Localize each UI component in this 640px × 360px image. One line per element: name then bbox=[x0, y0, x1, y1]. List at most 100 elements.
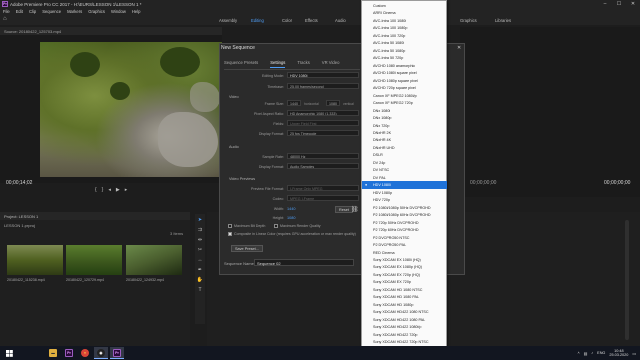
pixel-aspect-select[interactable]: HD Anamorphic 1080 (1,333) bbox=[287, 110, 359, 116]
slip-tool-icon[interactable]: ↔ bbox=[198, 257, 203, 263]
menu-sequence[interactable]: Sequence bbox=[42, 9, 61, 14]
home-icon[interactable]: ⌂ bbox=[3, 16, 11, 24]
height-value[interactable]: 1080 bbox=[287, 216, 295, 220]
minimize-icon[interactable]: – bbox=[598, 0, 612, 8]
premiere-active-icon[interactable]: Pr bbox=[110, 347, 124, 359]
audio-display-select[interactable]: Audio Samples bbox=[287, 163, 359, 169]
workspace-color[interactable]: Color bbox=[282, 18, 292, 23]
editing-mode-select[interactable]: HDV 1080i bbox=[287, 72, 359, 78]
width-value[interactable]: 1440 bbox=[287, 207, 295, 211]
audio-section-label: Audio bbox=[229, 145, 239, 149]
link-icon[interactable]: ⛓ bbox=[351, 206, 359, 213]
workspace-assembly[interactable]: Assembly bbox=[219, 18, 237, 23]
clock-date: 25.03.2020 bbox=[609, 353, 629, 357]
tab-vr-video[interactable]: VR Video bbox=[322, 60, 340, 68]
project-item-count: 3 Items bbox=[170, 231, 184, 236]
max-bit-depth-label: Maximum Bit Depth bbox=[234, 224, 266, 228]
mark-in-icon[interactable]: { bbox=[95, 187, 97, 193]
clip-thumbnail[interactable] bbox=[7, 245, 63, 275]
timeline-scrollbar[interactable] bbox=[625, 220, 629, 340]
horizontal-label: horizontal bbox=[304, 102, 319, 106]
maximize-icon[interactable]: ☐ bbox=[612, 0, 626, 8]
selection-tool-icon[interactable]: ➤ bbox=[198, 217, 202, 223]
tab-settings[interactable]: Settings bbox=[270, 60, 286, 68]
premiere-taskbar-icon[interactable]: Pr bbox=[62, 347, 76, 359]
ripple-edit-tool-icon[interactable]: ⇹ bbox=[198, 237, 202, 243]
preview-section-label: Video Previews bbox=[229, 177, 256, 181]
project-panel-tab[interactable]: Project: LESSON 1 bbox=[0, 212, 190, 220]
mark-out-icon[interactable]: } bbox=[102, 187, 104, 193]
language-indicator[interactable]: ENG bbox=[597, 351, 605, 355]
menu-help[interactable]: Help bbox=[132, 9, 141, 14]
menu-edit[interactable]: Edit bbox=[16, 9, 23, 14]
program-timecode-right: 00;00;00;00 bbox=[604, 180, 631, 186]
workspace-libraries[interactable]: Libraries bbox=[495, 18, 511, 23]
dialog-title: New Sequence bbox=[221, 45, 255, 51]
source-video-frame bbox=[40, 42, 222, 177]
codec-select[interactable]: MPEG I-Frame bbox=[287, 195, 359, 201]
obs-icon[interactable]: ◉ bbox=[94, 347, 108, 359]
clip-label: 20180422_115238.mp4 bbox=[7, 278, 45, 282]
notifications-icon[interactable]: ▭ bbox=[632, 351, 636, 356]
clip-thumbnail[interactable] bbox=[126, 245, 182, 275]
chrome-icon[interactable]: ● bbox=[78, 347, 92, 359]
file-explorer-icon[interactable]: ▬ bbox=[46, 347, 60, 359]
source-transport: { } ◂ ▶ ▸ bbox=[95, 187, 127, 193]
menu-graphics[interactable]: Graphics bbox=[88, 9, 105, 14]
composite-linear-label: Composite in Linear Color (requires GPU … bbox=[234, 232, 356, 236]
menu-markers[interactable]: Markers bbox=[67, 9, 82, 14]
program-timecode-left: 00;00;00;00 bbox=[470, 180, 497, 186]
clip-label: 20180422_120729.mp4 bbox=[66, 278, 104, 282]
tray-chevron-icon[interactable]: ˄ bbox=[577, 351, 579, 355]
editing-mode-dropdown: Custom ARRI Cinema AVC-Intra 100 1080i AVC-… bbox=[361, 0, 447, 354]
fields-label: Fields: bbox=[273, 122, 284, 126]
frame-size-label: Frame Size: bbox=[264, 102, 284, 106]
windows-start-icon[interactable] bbox=[2, 347, 16, 359]
max-bit-depth-checkbox[interactable]: Maximum Bit Depth bbox=[228, 224, 265, 228]
save-preset-button[interactable]: Save Preset... bbox=[231, 245, 263, 252]
menu-clip[interactable]: Clip bbox=[29, 9, 36, 14]
editing-mode-label: Editing Mode: bbox=[262, 74, 284, 78]
workspace-audio[interactable]: Audio bbox=[335, 18, 346, 23]
fields-select[interactable]: Upper Field First bbox=[287, 120, 359, 126]
project-panel bbox=[0, 220, 190, 346]
workspace-editing[interactable]: Editing bbox=[251, 18, 264, 23]
step-back-icon[interactable]: ◂ bbox=[108, 187, 111, 193]
type-tool-icon[interactable]: T bbox=[198, 287, 201, 293]
preview-format-select[interactable]: I-Frame Only MPEG bbox=[287, 185, 359, 191]
workspace-graphics[interactable]: Graphics bbox=[460, 18, 477, 23]
hand-tool-icon[interactable]: ✋ bbox=[197, 277, 203, 283]
display-format-label: Display Format: bbox=[258, 132, 284, 136]
pen-tool-icon[interactable]: ✒ bbox=[198, 267, 202, 273]
close-icon[interactable]: ✕ bbox=[626, 0, 640, 8]
tab-tracks[interactable]: Tracks bbox=[297, 60, 309, 68]
composite-linear-checkbox[interactable]: Composite in Linear Color (requires GPU … bbox=[228, 232, 361, 236]
volume-icon[interactable]: ♪ bbox=[591, 351, 593, 355]
display-format-select[interactable]: 25 fps Timecode bbox=[287, 130, 359, 136]
dialog-tabs: Sequence Presets Settings Tracks VR Vide… bbox=[224, 60, 351, 68]
play-icon[interactable]: ▶ bbox=[116, 187, 120, 193]
dialog-close-icon[interactable]: ✕ bbox=[457, 45, 461, 51]
tools-panel: ➤ ⇉ ⇹ ✂ ↔ ✒ ✋ T bbox=[195, 214, 205, 324]
sample-rate-select[interactable]: 48000 Hz bbox=[287, 153, 359, 159]
timebase-select[interactable]: 25,00 frames/second bbox=[287, 83, 359, 89]
max-render-checkbox[interactable]: Maximum Render Quality bbox=[274, 224, 321, 228]
title-bar: Pr Adobe Premiere Pro CC 2017 - H:\EURS\… bbox=[0, 0, 640, 8]
clock[interactable]: 10:48 25.03.2020 bbox=[609, 349, 628, 358]
network-icon[interactable]: ▤ bbox=[584, 351, 588, 356]
frame-size-height[interactable]: 1080 bbox=[326, 100, 340, 106]
source-timecode: 00;00;14;02 bbox=[6, 180, 33, 186]
tab-sequence-presets[interactable]: Sequence Presets bbox=[224, 60, 258, 68]
razor-tool-icon[interactable]: ✂ bbox=[198, 247, 202, 253]
source-panel-tab[interactable]: Source: 20180422_125703.mp4 bbox=[0, 27, 222, 35]
step-forward-icon[interactable]: ▸ bbox=[125, 187, 128, 193]
menu-file[interactable]: File bbox=[3, 9, 10, 14]
frame-size-width[interactable]: 1440 bbox=[287, 100, 301, 106]
clip-thumbnail[interactable] bbox=[66, 245, 122, 275]
sequence-name-label: Sequence Name: bbox=[224, 261, 255, 266]
menu-bar: File Edit Clip Sequence Markers Graphics… bbox=[0, 8, 640, 15]
track-select-tool-icon[interactable]: ⇉ bbox=[198, 227, 202, 233]
menu-window[interactable]: Window bbox=[111, 9, 126, 14]
workspace-effects[interactable]: Effects bbox=[305, 18, 318, 23]
sequence-name-input[interactable]: Sequence 02 bbox=[254, 259, 354, 266]
